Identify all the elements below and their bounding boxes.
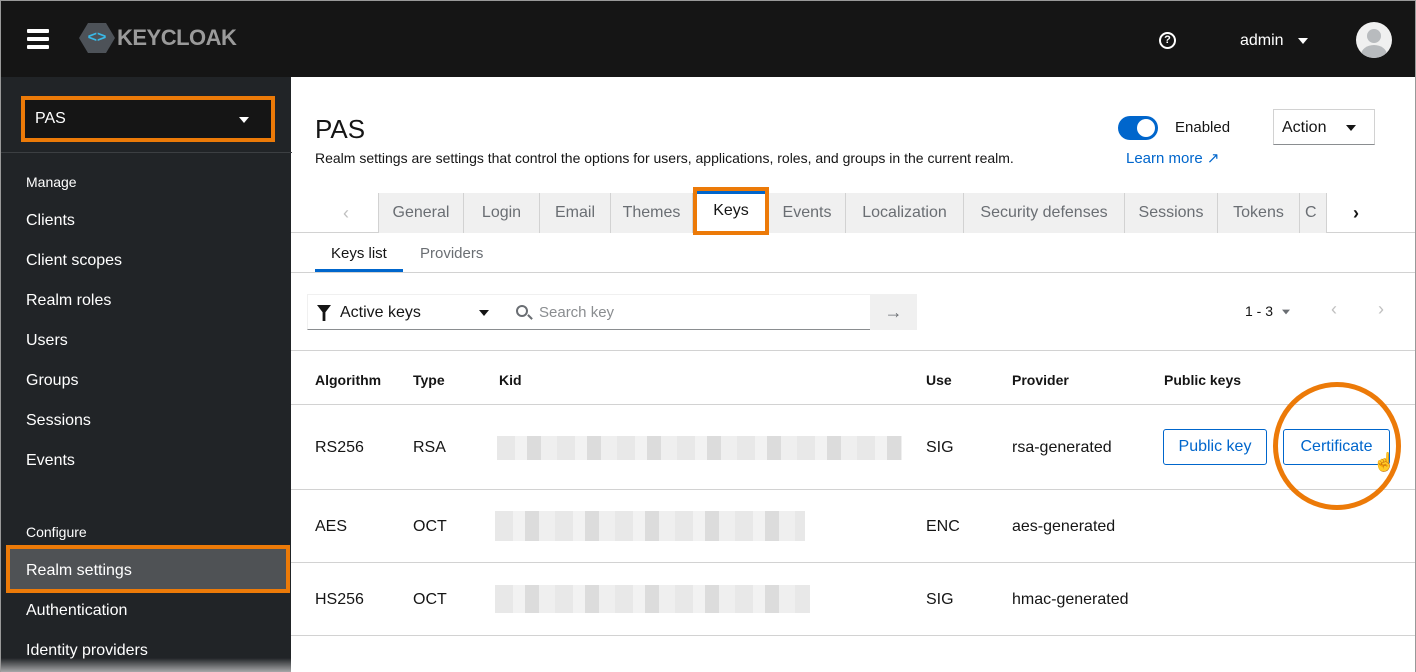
col-public-keys: Public keys xyxy=(1164,372,1242,388)
user-name: admin xyxy=(1240,32,1284,49)
enabled-toggle[interactable] xyxy=(1118,116,1158,140)
nav-authentication[interactable]: Authentication xyxy=(26,602,127,620)
learn-more-link[interactable]: Learn more ↗ xyxy=(1126,149,1219,167)
nav-sessions[interactable]: Sessions xyxy=(26,412,91,430)
subtab-indicator xyxy=(315,269,403,272)
tabs-scroll-right-icon[interactable]: › xyxy=(1353,203,1359,224)
cell-use: SIG xyxy=(926,591,954,608)
learn-more-text: Learn more xyxy=(1126,150,1203,167)
realm-name: PAS xyxy=(35,110,66,127)
tab-login[interactable]: Login xyxy=(464,193,540,233)
tab-sessions[interactable]: Sessions xyxy=(1125,193,1218,233)
kid-redacted xyxy=(495,585,810,613)
public-key-button[interactable]: Public key xyxy=(1163,429,1267,465)
page-description: Realm settings are settings that control… xyxy=(315,150,1014,166)
main-content: PAS Realm settings are settings that con… xyxy=(291,77,1416,672)
cell-type: RSA xyxy=(413,439,446,456)
cell-algorithm: HS256 xyxy=(315,591,364,608)
nav-client-scopes[interactable]: Client scopes xyxy=(26,252,122,270)
divider xyxy=(1,152,292,153)
table-row: RS256 RSA SIG rsa-generated Public key C… xyxy=(291,405,1415,490)
cell-type: OCT xyxy=(413,518,447,535)
pagination-dropdown[interactable]: 1 - 3 xyxy=(1245,303,1291,319)
table-row: HS256 OCT SIG hmac-generated xyxy=(291,563,1415,636)
col-provider[interactable]: Provider xyxy=(1012,372,1069,388)
nav-realm-settings[interactable]: Realm settings xyxy=(6,545,290,593)
subtab-keys-list[interactable]: Keys list xyxy=(331,245,387,262)
tab-security-defenses[interactable]: Security defenses xyxy=(964,193,1125,233)
keys-subtabs: Keys list Providers xyxy=(291,233,1415,273)
fade-overlay xyxy=(1,658,292,672)
subtab-providers[interactable]: Providers xyxy=(420,245,483,262)
filter-icon xyxy=(317,305,331,321)
search-icon xyxy=(516,305,528,317)
cell-provider: hmac-generated xyxy=(1012,591,1129,608)
col-type[interactable]: Type xyxy=(413,372,445,388)
section-manage: Manage xyxy=(26,174,77,190)
logo-hex-icon: <> xyxy=(79,23,115,53)
nav-label: Realm settings xyxy=(26,562,132,579)
search-submit-button[interactable]: → xyxy=(870,294,917,330)
external-link-icon: ↗ xyxy=(1206,150,1220,167)
nav-groups[interactable]: Groups xyxy=(26,372,78,390)
tab-localization[interactable]: Localization xyxy=(846,193,964,233)
tab-email[interactable]: Email xyxy=(540,193,611,233)
tab-tokens[interactable]: Tokens xyxy=(1218,193,1300,233)
caret-down-icon xyxy=(1346,125,1356,131)
cell-provider: aes-generated xyxy=(1012,518,1116,535)
cell-use: ENC xyxy=(926,518,960,535)
help-icon[interactable]: ? xyxy=(1159,32,1176,49)
col-kid[interactable]: Kid xyxy=(499,372,522,388)
keycloak-logo[interactable]: <> KEYCLOAK xyxy=(79,23,237,53)
tab-more[interactable]: C xyxy=(1300,193,1327,233)
table-row: AES OCT ENC aes-generated xyxy=(291,490,1415,563)
nav-events[interactable]: Events xyxy=(26,452,75,470)
page-title: PAS xyxy=(315,114,366,144)
search-placeholder: Search key xyxy=(539,304,615,321)
realm-tabs: General Login Email Themes Keys Events L… xyxy=(291,187,1415,235)
masthead: <> KEYCLOAK ? admin xyxy=(0,0,1416,77)
avatar[interactable] xyxy=(1356,22,1392,58)
tab-events[interactable]: Events xyxy=(769,193,846,233)
filter-label: Active keys xyxy=(340,304,421,321)
tab-themes[interactable]: Themes xyxy=(611,193,693,233)
hand-cursor-icon: ☝ xyxy=(1373,452,1396,472)
nav-identity-providers[interactable]: Identity providers xyxy=(26,642,148,660)
caret-down-icon xyxy=(1282,309,1291,315)
hamburger-menu-icon[interactable] xyxy=(27,29,49,49)
realm-selector[interactable]: PAS xyxy=(21,96,275,142)
action-dropdown[interactable]: Action xyxy=(1273,109,1375,145)
caret-down-icon xyxy=(239,117,249,123)
pagination-text: 1 - 3 xyxy=(1245,303,1274,319)
nav-users[interactable]: Users xyxy=(26,332,68,350)
search-key-input[interactable]: Search key xyxy=(507,294,870,330)
action-label: Action xyxy=(1282,119,1327,136)
caret-down-icon xyxy=(479,310,489,316)
section-configure: Configure xyxy=(26,524,87,540)
cell-type: OCT xyxy=(413,591,447,608)
table-header: Algorithm Type Kid Use Provider Public k… xyxy=(291,350,1415,405)
nav-realm-roles[interactable]: Realm roles xyxy=(26,292,111,310)
cell-provider: rsa-generated xyxy=(1012,439,1112,456)
user-menu[interactable]: admin xyxy=(1240,32,1308,50)
cell-algorithm: RS256 xyxy=(315,439,364,456)
cell-use: SIG xyxy=(926,439,954,456)
nav-clients[interactable]: Clients xyxy=(26,212,75,230)
logo-text: KEYCLOAK xyxy=(117,25,237,50)
enabled-label: Enabled xyxy=(1175,119,1231,136)
col-use[interactable]: Use xyxy=(926,372,952,388)
col-algorithm[interactable]: Algorithm xyxy=(315,372,381,388)
tab-general[interactable]: General xyxy=(378,193,464,233)
key-filter-dropdown[interactable]: Active keys xyxy=(307,294,507,330)
prev-page-icon[interactable]: ‹ xyxy=(1331,299,1337,320)
cell-algorithm: AES xyxy=(315,518,348,535)
sidebar: PAS Manage Clients Client scopes Realm r… xyxy=(0,77,292,672)
caret-down-icon xyxy=(1297,37,1308,44)
kid-redacted xyxy=(497,436,902,460)
next-page-icon[interactable]: › xyxy=(1378,299,1384,320)
tab-keys[interactable]: Keys xyxy=(693,187,769,235)
kid-redacted xyxy=(495,511,805,541)
